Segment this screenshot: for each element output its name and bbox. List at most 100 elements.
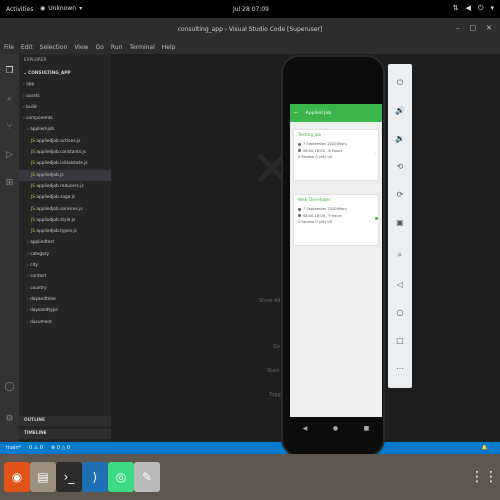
file-tree-item[interactable]: › assets [19, 91, 111, 102]
chevron-down-icon: ▾ [79, 5, 83, 12]
show-apps-icon[interactable]: ⋮⋮ [470, 462, 498, 492]
maximize-icon[interactable]: □ [470, 24, 477, 32]
menu-file[interactable]: File [4, 44, 14, 51]
zoom-icon[interactable]: ⌕ [388, 250, 412, 260]
menu-go[interactable]: Go [96, 44, 104, 51]
power-icon[interactable]: ⏻ [388, 78, 412, 88]
file-tree-item[interactable]: JS appliedjob.reducers.js [19, 181, 111, 192]
app-icon: ◉ [40, 5, 46, 12]
menu-help[interactable]: Help [162, 44, 176, 51]
file-tree-item[interactable]: › contact [19, 271, 111, 282]
source-control-icon[interactable]: ⑂ [4, 122, 15, 133]
menubar: File Edit Selection View Go Run Terminal… [0, 40, 500, 54]
file-tree-item[interactable]: › components [19, 113, 111, 124]
search-icon[interactable]: ⌕ [4, 94, 15, 105]
file-tree-item[interactable]: › country [19, 283, 111, 294]
file-tree-item[interactable]: › dayandtime [19, 294, 111, 305]
android-navbar: ◀ ● ■ [290, 417, 382, 439]
notification-icon[interactable]: 🔔 [482, 445, 488, 451]
debug-icon[interactable]: ▷ [4, 150, 15, 161]
menu-edit[interactable]: Edit [21, 44, 33, 51]
file-tree-item[interactable]: › city [19, 260, 111, 271]
clock-icon [298, 149, 301, 152]
job-card[interactable]: Web Developer 7 September 2020(Mon) 08:0… [294, 195, 378, 245]
explorer-header: EXPLORER [24, 58, 47, 63]
volume-icon: ◀ [465, 4, 471, 12]
file-tree-item[interactable]: JS appliedjob.saga.js [19, 192, 111, 203]
menu-selection[interactable]: Selection [40, 44, 68, 51]
android-studio-icon[interactable]: ◎ [108, 462, 134, 492]
file-tree-item[interactable]: › appliedtest [19, 237, 111, 248]
file-tree-item[interactable]: › document [19, 317, 111, 328]
power-icon: ⏻ [477, 4, 484, 12]
home-icon[interactable]: ○ [388, 308, 412, 317]
menu-view[interactable]: View [74, 44, 88, 51]
file-tree: › app › assets › build › components › applie… [19, 79, 111, 328]
file-tree-item[interactable]: JS appliedjob.initialstate.js [19, 158, 111, 169]
android-emulator: ← Applied Job Testing Job 7 September 20… [281, 55, 385, 457]
file-tree-item[interactable]: › app [19, 79, 111, 90]
minimize-icon[interactable]: – [456, 24, 460, 32]
project-folder[interactable]: ⌄ CONSULTING_APP [19, 68, 111, 79]
extensions-icon[interactable]: ⊞ [4, 178, 15, 189]
file-tree-item[interactable]: › daysandtype [19, 305, 111, 316]
files-icon[interactable]: ▤ [30, 462, 56, 492]
overview-icon[interactable]: □ [388, 336, 412, 345]
job-title: Testing Job [298, 133, 322, 138]
file-tree-item[interactable]: › category [19, 249, 111, 260]
status-dot [375, 217, 378, 220]
firefox-icon[interactable]: ◉ [4, 462, 30, 492]
menu-run[interactable]: Run [111, 44, 123, 51]
problems-status[interactable]: ⊗ 0 △ 0 [51, 445, 70, 451]
app-menu[interactable]: ◉ Unknown ▾ [40, 5, 82, 12]
file-tree-item[interactable]: JS appliedjob.js [19, 169, 111, 181]
back-icon[interactable]: ◀ [303, 425, 308, 432]
emulator-screen[interactable]: ← Applied Job Testing Job 7 September 20… [290, 104, 382, 417]
job-card[interactable]: Testing Job 7 September 2020(Mon) 08:00-… [294, 130, 378, 180]
account-icon[interactable]: ◯ [4, 382, 15, 393]
explorer-icon[interactable]: ❐ [4, 66, 15, 77]
window-title: consulting_app - Visual Studio Code [Sup… [177, 25, 323, 33]
rotate-left-icon[interactable]: ⟲ [388, 162, 412, 171]
file-tree-item[interactable]: JS appliedjob.actions.js [19, 136, 111, 147]
text-editor-icon[interactable]: ✎ [134, 462, 160, 492]
more-icon[interactable]: ⋯ [388, 364, 412, 373]
branch-status[interactable]: main* [6, 445, 21, 451]
home-icon[interactable]: ● [333, 425, 338, 432]
emulator-toolbar: ⏻ 🔊 🔉 ⟲ ⟳ ▣ ⌕ ◁ ○ □ ⋯ [388, 64, 412, 388]
vscode-icon[interactable]: ⟩ [82, 462, 108, 492]
job-title: Web Developer [298, 198, 331, 203]
file-tree-item[interactable]: JS appliedjob.style.js [19, 215, 111, 226]
file-tree-item[interactable]: › applied-job [19, 124, 111, 135]
terminal-icon[interactable]: ›_ [56, 462, 82, 492]
app-bar: ← Applied Job [290, 104, 382, 122]
file-tree-item[interactable]: JS appliedjob.types.js [19, 226, 111, 237]
network-icon: ⇅ [452, 4, 459, 12]
back-arrow-icon[interactable]: ← [294, 111, 298, 116]
timeline-section[interactable]: TIMELINE [19, 429, 111, 439]
file-tree-item[interactable]: JS appliedjob.constants.js [19, 147, 111, 158]
status-bar: main* 0 ⚠ 0 ⊗ 0 △ 0 🔔 [0, 442, 500, 454]
rotate-right-icon[interactable]: ⟳ [388, 190, 412, 199]
volume-down-icon[interactable]: 🔉 [388, 134, 412, 143]
system-tray[interactable]: ⇅ ◀ ⏻ ▾ [453, 4, 494, 13]
back-icon[interactable]: ◁ [388, 280, 412, 289]
outline-section[interactable]: OUTLINE [19, 416, 111, 426]
menu-terminal[interactable]: Terminal [129, 44, 154, 51]
chevron-down-icon: ▾ [490, 4, 494, 12]
taskbar-dock: ◉ ▤ ›_ ⟩ ◎ ✎ ⋮⋮ [0, 454, 500, 500]
app-title: Applied Job [305, 110, 332, 116]
gear-icon[interactable]: ⚙ [4, 414, 15, 425]
close-icon[interactable]: ✕ [486, 24, 492, 32]
overview-icon[interactable]: ■ [364, 425, 370, 432]
activities-button[interactable]: Activities [6, 6, 33, 13]
clock[interactable]: Jul 28 07:09 [233, 6, 269, 13]
file-tree-item[interactable]: JS appliedjob.services.js [19, 204, 111, 215]
chevron-right-icon[interactable]: › [375, 152, 376, 156]
file-tree-item[interactable]: › build [19, 102, 111, 113]
screenshot-icon[interactable]: ▣ [388, 218, 412, 227]
calendar-icon [298, 142, 301, 146]
volume-up-icon[interactable]: 🔊 [388, 106, 412, 115]
system-topbar: Activities ◉ Unknown ▾ Jul 28 07:09 ⇅ ◀ ⏻ ▾ [0, 0, 500, 18]
sync-status[interactable]: 0 ⚠ 0 [29, 445, 43, 451]
